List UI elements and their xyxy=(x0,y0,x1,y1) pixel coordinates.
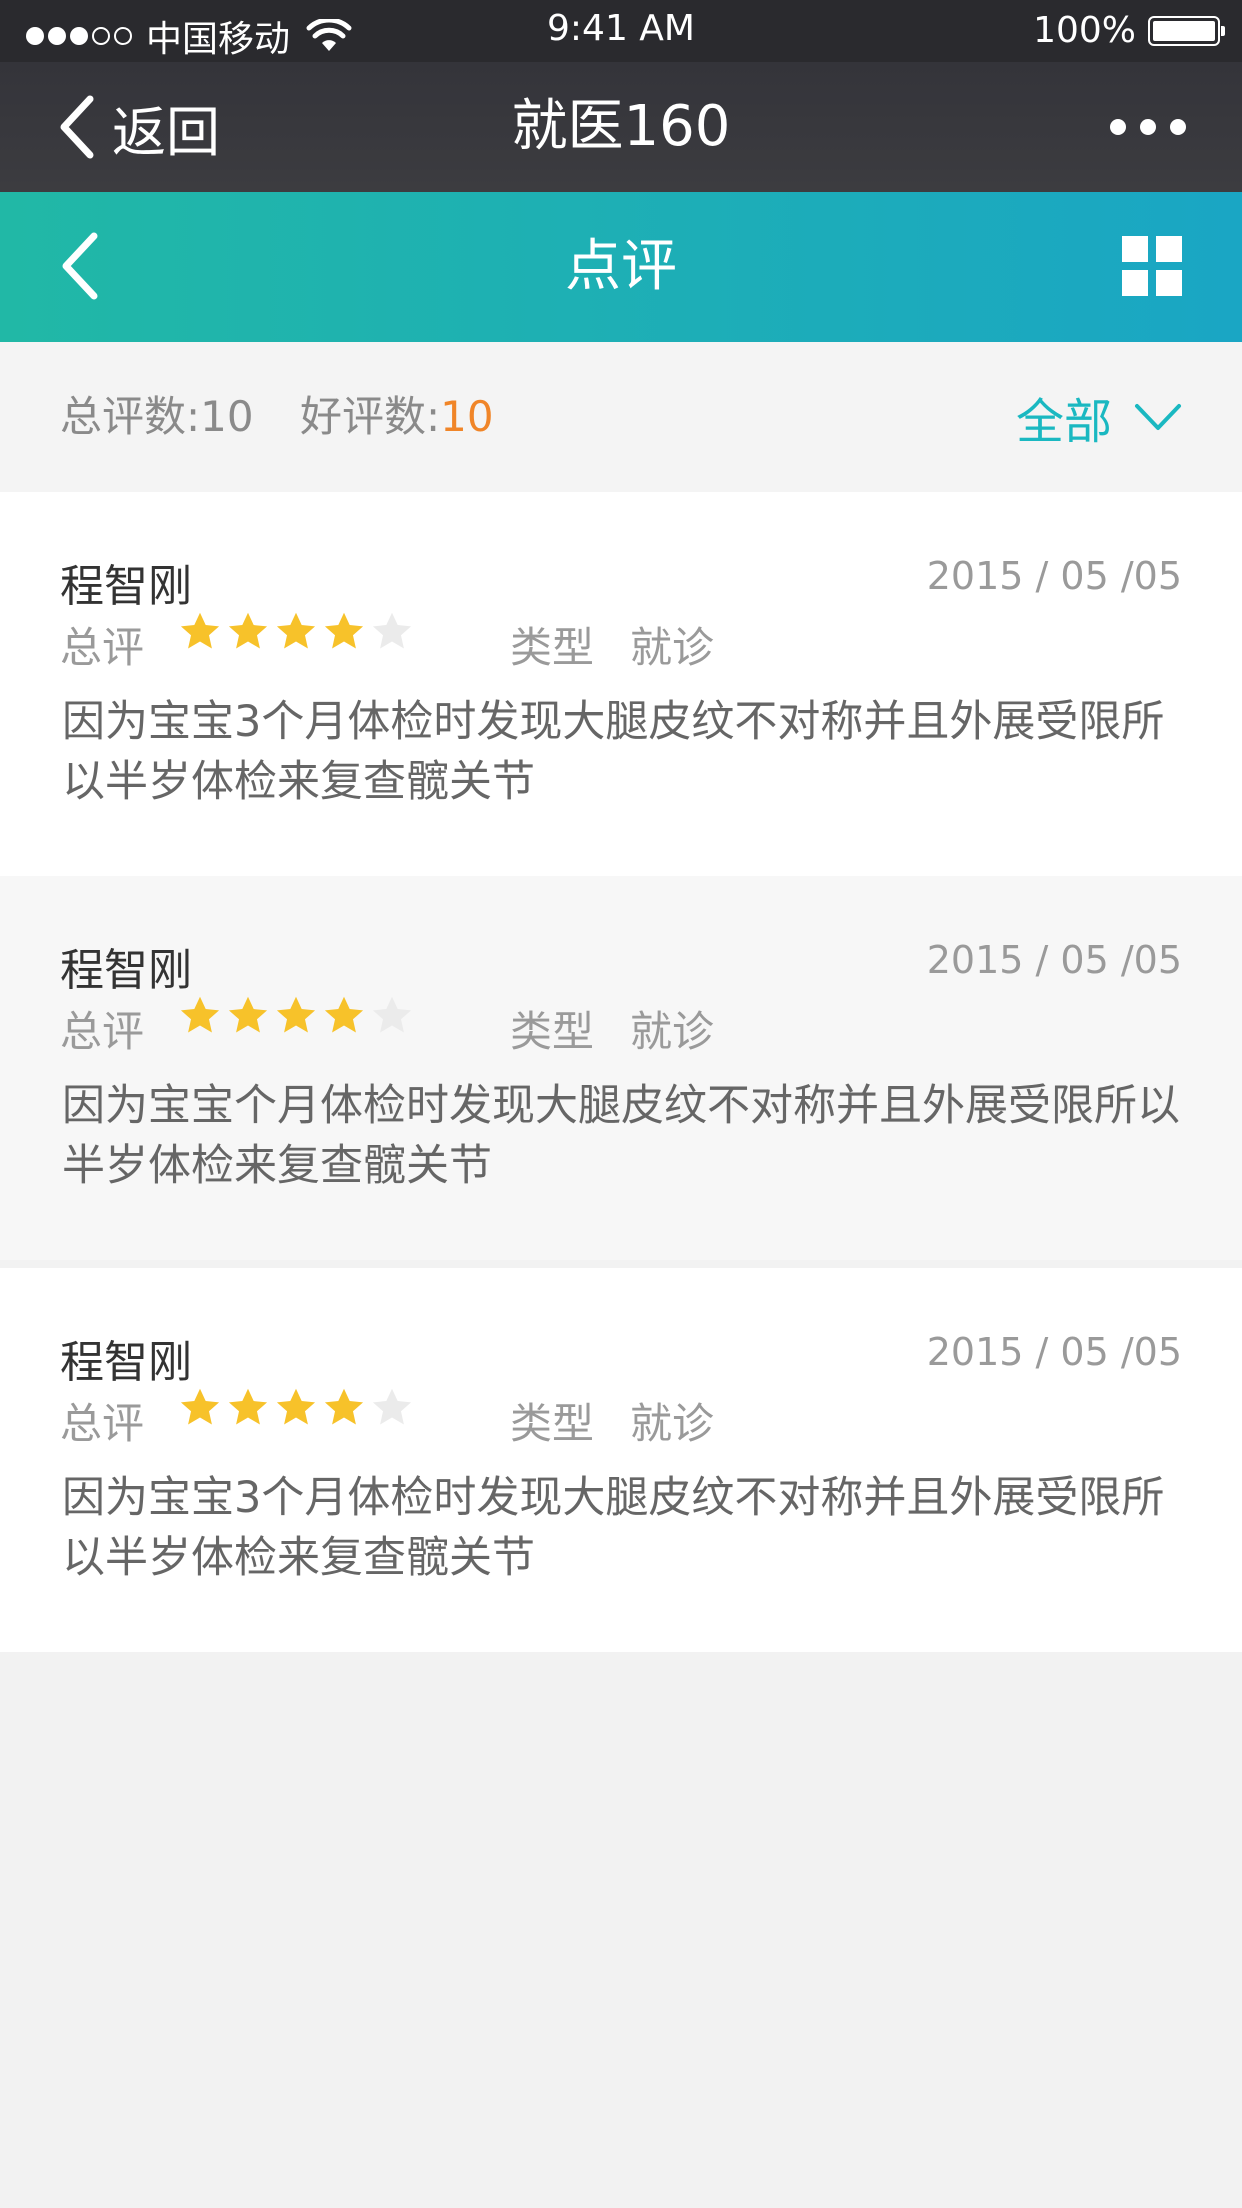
review-date: 2015 / 05 /05 xyxy=(926,554,1182,598)
good-reviews-count: 10 xyxy=(440,392,494,441)
star-filled-icon xyxy=(324,612,364,649)
good-reviews: 好评数:10 xyxy=(300,342,494,492)
type-value: 就诊 xyxy=(630,1399,715,1448)
review-summary: 总评数:10 好评数:10 全部 xyxy=(0,342,1242,492)
star-empty-icon xyxy=(372,996,412,1033)
star-rating xyxy=(178,1386,414,1430)
star-filled-icon xyxy=(228,996,268,1033)
status-right: 100% xyxy=(1033,10,1225,51)
total-reviews-count: 10 xyxy=(200,392,254,441)
rating-label: 总评 xyxy=(60,1399,145,1448)
grid-cell xyxy=(1156,236,1182,262)
star-filled-icon xyxy=(180,996,220,1033)
grid-cell xyxy=(1156,270,1182,296)
review-text: 因为宝宝3个月体检时发现大腿皮纹不对称并且外展受限所以半岁体检来复查髋关节 xyxy=(62,697,1165,807)
review-text: 因为宝宝个月体检时发现大腿皮纹不对称并且外展受限所以半岁体检来复查髋关节 xyxy=(62,1081,1180,1191)
star-filled-icon xyxy=(228,612,268,649)
star-filled-icon xyxy=(276,996,316,1033)
star-filled-icon xyxy=(276,1388,316,1425)
type-value: 就诊 xyxy=(630,1007,715,1056)
total-reviews-label: 总评数: xyxy=(60,392,201,441)
star-empty-icon xyxy=(372,1388,412,1425)
reviewer-name: 程智刚 xyxy=(60,1337,192,1388)
nav-bar: 返回 就医160 xyxy=(0,62,1242,192)
review-date: 2015 / 05 /05 xyxy=(926,938,1182,982)
more-dot xyxy=(1170,119,1186,135)
star-filled-icon xyxy=(180,612,220,649)
star-filled-icon xyxy=(324,1388,364,1425)
type-label: 类型 xyxy=(510,1007,595,1056)
grid-menu-icon[interactable] xyxy=(1122,236,1182,296)
rating-label: 总评 xyxy=(60,623,145,672)
grid-cell xyxy=(1122,236,1148,262)
type-value: 就诊 xyxy=(630,623,715,672)
good-reviews-label: 好评数: xyxy=(300,392,441,441)
review-date: 2015 / 05 /05 xyxy=(926,1330,1182,1374)
total-reviews: 总评数:10 xyxy=(60,342,254,492)
chevron-down-icon xyxy=(1135,404,1181,430)
page-title: 点评 xyxy=(565,234,677,299)
battery-percent: 100% xyxy=(1033,10,1136,51)
review-card[interactable]: 程智刚 2015 / 05 /05 总评 类型 就诊 因为宝宝3个月体检时发现大… xyxy=(0,492,1242,876)
review-card[interactable]: 程智刚 2015 / 05 /05 总评 类型 就诊 因为宝宝个月体检时发现大腿… xyxy=(0,876,1242,1260)
review-card[interactable]: 程智刚 2015 / 05 /05 总评 类型 就诊 因为宝宝3个月体检时发现大… xyxy=(0,1268,1242,1652)
star-filled-icon xyxy=(180,1388,220,1425)
more-icon[interactable] xyxy=(1110,62,1186,192)
reviewer-name: 程智刚 xyxy=(60,945,192,996)
grid-cell xyxy=(1122,270,1148,296)
battery-icon xyxy=(1148,15,1225,46)
star-filled-icon xyxy=(276,612,316,649)
filter-dropdown[interactable]: 全部 xyxy=(1016,342,1182,492)
rating-label: 总评 xyxy=(60,1007,145,1056)
page-header: 点评 xyxy=(0,192,1242,342)
app-title: 就医160 xyxy=(511,94,731,159)
filter-label: 全部 xyxy=(1015,394,1112,450)
type-label: 类型 xyxy=(510,1399,595,1448)
review-text: 因为宝宝3个月体检时发现大腿皮纹不对称并且外展受限所以半岁体检来复查髋关节 xyxy=(62,1473,1165,1583)
more-dot xyxy=(1140,119,1156,135)
reviewer-name: 程智刚 xyxy=(60,561,192,612)
star-rating xyxy=(178,610,414,654)
more-dot xyxy=(1110,119,1126,135)
star-filled-icon xyxy=(228,1388,268,1425)
type-label: 类型 xyxy=(510,623,595,672)
star-empty-icon xyxy=(372,612,412,649)
star-rating xyxy=(178,994,414,1038)
status-bar: 中国移动 9:41 AM 100% xyxy=(0,0,1242,62)
star-filled-icon xyxy=(324,996,364,1033)
